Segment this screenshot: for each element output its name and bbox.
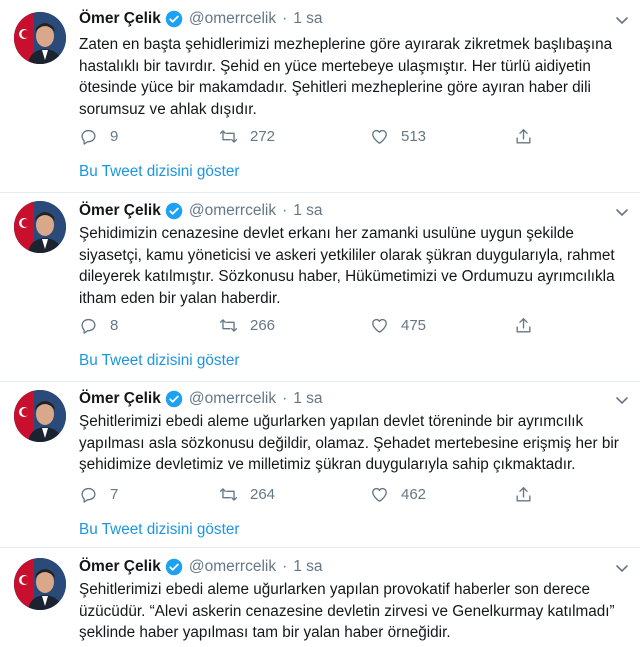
tweet-actions: 7 264 462 (79, 483, 539, 505)
like-count: 462 (401, 485, 427, 503)
tweet[interactable]: Ömer Çelik @omerrcelik · 1 sa Şehitlerim… (0, 548, 640, 647)
like-button[interactable]: 513 (370, 125, 426, 147)
tweet-text: Şehidimizin cenazesine devlet erkanı her… (79, 225, 615, 307)
reply-count: 7 (110, 485, 119, 503)
tweet-actions: 9 272 513 (79, 125, 539, 147)
author-handle[interactable]: @omerrcelik (189, 202, 276, 220)
like-button[interactable]: 462 (370, 483, 426, 505)
chevron-down-icon[interactable] (614, 392, 630, 408)
share-icon (516, 486, 531, 502)
share-button[interactable] (514, 483, 545, 505)
author-handle[interactable]: @omerrcelik (189, 10, 276, 28)
retweet-icon (219, 318, 238, 332)
share-button[interactable] (514, 314, 545, 336)
retweet-button[interactable]: 264 (219, 483, 275, 505)
timestamp[interactable]: 1 sa (293, 10, 322, 28)
tweet-header: Ömer Çelik @omerrcelik · 1 sa (79, 388, 323, 410)
retweet-icon (219, 487, 238, 501)
author-handle[interactable]: @omerrcelik (189, 390, 276, 408)
tweet-header: Ömer Çelik @omerrcelik · 1 sa (79, 556, 323, 578)
separator: · (282, 390, 288, 407)
author-name[interactable]: Ömer Çelik (79, 558, 161, 576)
timestamp[interactable]: 1 sa (293, 202, 322, 220)
chevron-down-icon[interactable] (614, 204, 630, 220)
retweet-button[interactable]: 266 (219, 314, 275, 336)
heart-icon (372, 487, 387, 502)
retweet-count: 264 (250, 485, 276, 503)
tweet-header: Ömer Çelik @omerrcelik · 1 sa (79, 8, 323, 30)
retweet-count: 272 (250, 127, 276, 145)
chevron-down-icon[interactable] (614, 560, 630, 576)
avatar[interactable] (14, 201, 66, 253)
verified-badge-icon (165, 390, 183, 408)
tweet-text: Şehitlerimizi ebedi aleme uğurlarken yap… (79, 581, 615, 641)
tweet[interactable]: Ömer Çelik @omerrcelik · 1 sa Şehidimizi… (0, 193, 640, 378)
timestamp[interactable]: 1 sa (293, 558, 322, 576)
retweet-count: 266 (250, 316, 276, 334)
avatar[interactable] (14, 12, 66, 64)
reply-count: 9 (110, 127, 119, 145)
share-button[interactable] (514, 125, 545, 147)
verified-badge-icon (165, 558, 183, 576)
retweet-button[interactable]: 272 (219, 125, 275, 147)
author-name[interactable]: Ömer Çelik (79, 390, 161, 408)
show-thread-link[interactable]: Bu Tweet dizisini göster (79, 163, 239, 181)
reply-icon (81, 318, 96, 334)
author-handle[interactable]: @omerrcelik (189, 558, 276, 576)
reply-count: 8 (110, 316, 119, 334)
share-icon (516, 317, 531, 333)
tweet-text: Zaten en başta şehidlerimizi mezheplerin… (79, 36, 613, 118)
timestamp[interactable]: 1 sa (293, 390, 322, 408)
heart-icon (372, 318, 387, 333)
avatar[interactable] (14, 558, 66, 610)
separator: · (282, 558, 288, 575)
tweet[interactable]: Ömer Çelik @omerrcelik · 1 sa Zaten en b… (0, 0, 640, 190)
show-thread-link[interactable]: Bu Tweet dizisini göster (79, 352, 239, 370)
verified-badge-icon (165, 10, 183, 28)
avatar[interactable] (14, 390, 66, 442)
tweet-actions: 8 266 475 (79, 314, 539, 336)
reply-button[interactable]: 9 (79, 125, 118, 147)
tweet[interactable]: Ömer Çelik @omerrcelik · 1 sa Şehitlerim… (0, 382, 640, 544)
tweet-header: Ömer Çelik @omerrcelik · 1 sa (79, 200, 323, 222)
reply-icon (81, 487, 96, 503)
show-thread-link[interactable]: Bu Tweet dizisini göster (79, 521, 239, 539)
verified-badge-icon (165, 202, 183, 220)
chevron-down-icon[interactable] (614, 12, 630, 28)
reply-icon (81, 129, 96, 145)
separator: · (282, 10, 288, 27)
like-button[interactable]: 475 (370, 314, 426, 336)
heart-icon (372, 129, 387, 144)
tweet-text: Şehitlerimizi ebedi aleme uğurlarken yap… (79, 413, 619, 473)
share-icon (516, 128, 531, 144)
like-count: 513 (401, 127, 427, 145)
separator: · (282, 202, 288, 219)
reply-button[interactable]: 8 (79, 314, 118, 336)
retweet-icon (219, 129, 238, 143)
like-count: 475 (401, 316, 427, 334)
author-name[interactable]: Ömer Çelik (79, 202, 161, 220)
author-name[interactable]: Ömer Çelik (79, 10, 161, 28)
reply-button[interactable]: 7 (79, 483, 118, 505)
